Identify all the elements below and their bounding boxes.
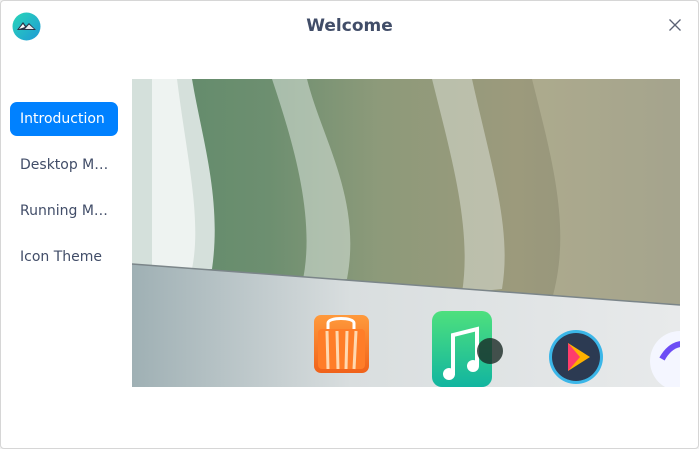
window-title: Welcome: [306, 16, 393, 36]
titlebar: Welcome: [1, 1, 698, 53]
close-button[interactable]: [662, 12, 688, 38]
sidebar-item-icon-theme[interactable]: Icon Theme: [10, 240, 118, 274]
sidebar-item-label: Desktop Mo...: [20, 157, 114, 173]
welcome-window: Welcome Introduction Desktop Mo... Runni…: [0, 0, 699, 449]
sidebar-item-introduction[interactable]: Introduction: [10, 102, 118, 136]
sidebar-nav: Introduction Desktop Mo... Running Mo...…: [10, 102, 120, 286]
sidebar-item-label: Running Mo...: [20, 203, 114, 219]
sidebar-item-label: Introduction: [20, 111, 105, 127]
introduction-preview-image: [132, 79, 680, 387]
sidebar-item-running-mode[interactable]: Running Mo...: [10, 194, 118, 228]
sidebar-item-label: Icon Theme: [20, 249, 103, 265]
close-icon: [669, 19, 681, 31]
sidebar-item-desktop-mode[interactable]: Desktop Mo...: [10, 148, 118, 182]
